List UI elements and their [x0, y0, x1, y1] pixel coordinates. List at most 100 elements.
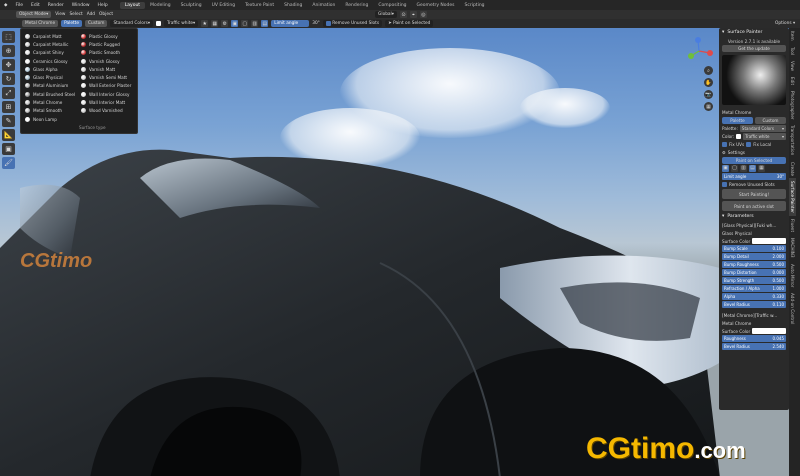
param-field[interactable]: Bump Strength 0.500 [722, 277, 786, 284]
add-cube-tool-icon[interactable]: ▣ [2, 143, 15, 155]
settings-section[interactable]: ⚙ Settings [719, 148, 789, 156]
tab-add-on-control[interactable]: Add-on Control [789, 290, 796, 327]
paint-selected-toggle[interactable]: ➤ Paint on Selected [385, 20, 434, 27]
param-field[interactable]: Alpha 0.330 [722, 293, 786, 300]
menu-item[interactable]: Metal Brushed Steel [25, 90, 75, 98]
camera-icon[interactable]: 📷 [704, 90, 713, 99]
palette-select[interactable]: Standard Colors ▾ [739, 124, 786, 132]
proportional-icon[interactable]: ◎ [419, 11, 427, 18]
limit-angle-field[interactable]: Limit angle 30° [722, 172, 786, 180]
fix-uvs-checkbox[interactable] [722, 141, 727, 147]
workspace-tab-animation[interactable]: Animation [307, 2, 340, 9]
color-select[interactable]: Traffic white ▾ [743, 132, 786, 140]
tab-view[interactable]: View [789, 58, 796, 74]
tab-tool[interactable]: Tool [789, 44, 796, 58]
workspace-tab-layout[interactable]: Layout [119, 1, 146, 9]
grid-icon[interactable]: ▦ [211, 20, 219, 27]
mode-b-icon[interactable]: ▢ [731, 164, 738, 172]
block2-color-swatch[interactable] [752, 328, 786, 334]
tab-edit[interactable]: Edit [789, 74, 796, 88]
remove-slots-checkbox[interactable] [722, 181, 727, 187]
menu-render[interactable]: Render [44, 3, 68, 8]
menu-item[interactable]: Glass Physical [25, 73, 75, 81]
tab-fluent[interactable]: Fluent [789, 216, 796, 235]
pan-icon[interactable]: ✋ [704, 78, 713, 87]
cursor-tool-icon[interactable]: ⊕ [2, 45, 15, 57]
menu-item[interactable]: Varnish Semi Matt [81, 73, 131, 81]
tab-auto-mirror[interactable]: Auto Mirror [789, 261, 796, 290]
rotate-tool-icon[interactable]: ↻ [2, 73, 15, 85]
workspace-tab-uv-editing[interactable]: UV Editing [207, 2, 240, 9]
palette-toggle[interactable]: Palette [61, 20, 82, 27]
mode-c-icon[interactable]: ▥ [740, 164, 747, 172]
navigation-gizmo[interactable] [684, 36, 714, 66]
workspace-tab-shading[interactable]: Shading [279, 2, 307, 9]
tab-create[interactable]: Create [789, 159, 796, 179]
menu-item[interactable]: Varnish Matt [81, 65, 131, 73]
menu-window[interactable]: Window [68, 3, 94, 8]
add-menu[interactable]: Add [87, 12, 95, 17]
paint-tool-icon[interactable]: 🖌 [2, 157, 15, 169]
custom-button[interactable]: Custom [755, 116, 786, 124]
colors-select[interactable]: Standard Colors ▾ [110, 20, 153, 27]
blender-logo-icon[interactable]: ◆ [0, 3, 11, 8]
mode-d-icon[interactable]: ▤ [749, 164, 756, 172]
parameters-header[interactable]: ▾ Parameters [719, 212, 789, 221]
menu-item[interactable]: Carpaint Shiny [25, 49, 75, 57]
menu-file[interactable]: File [11, 3, 27, 8]
paint-active-button[interactable]: Paint on active slot [722, 201, 786, 211]
mode-a-icon[interactable]: ▣ [722, 164, 729, 172]
menu-edit[interactable]: Edit [27, 3, 44, 8]
angle-value[interactable]: 30° [312, 21, 320, 26]
options-dropdown[interactable]: Options ▾ [775, 21, 795, 26]
start-painting-button[interactable]: Start Painting! [722, 189, 786, 199]
menu-item[interactable]: Carpaint Matt [25, 32, 75, 40]
param-field[interactable]: Roughness 0.045 [722, 335, 786, 342]
edge-icon[interactable]: ▥ [251, 20, 259, 27]
remove-slots-toggle[interactable]: Remove Unused Slots [322, 20, 383, 27]
select-menu[interactable]: Select [69, 12, 82, 17]
block2-title[interactable]: [Metal Chrome][Traffic w... [719, 311, 789, 319]
menu-item[interactable]: Wall Interior Matt [81, 98, 131, 106]
color-swatch[interactable] [736, 133, 742, 139]
menu-help[interactable]: Help [94, 3, 112, 8]
workspace-tab-texture-paint[interactable]: Texture Paint [240, 2, 279, 9]
object-icon[interactable]: ▤ [261, 20, 269, 27]
menu-item[interactable]: Wall Interior Glossy [81, 90, 131, 98]
transform-tool-icon[interactable]: ⊞ [2, 101, 15, 113]
menu-item[interactable]: Plastic Smooth [81, 49, 131, 57]
workspace-tab-sculpting[interactable]: Sculpting [176, 2, 207, 9]
fix-local-checkbox[interactable] [746, 141, 752, 147]
zoom-icon[interactable]: ⌕ [704, 66, 713, 75]
paint-selected-button[interactable]: Paint on Selected [722, 156, 786, 164]
paint-mode-icon[interactable]: ▣ [231, 20, 239, 27]
measure-tool-icon[interactable]: 📐 [2, 129, 15, 141]
menu-item[interactable]: Metal Aluminium [25, 82, 75, 90]
star-icon[interactable]: ★ [201, 20, 209, 27]
menu-item[interactable]: Wood Varnished [81, 107, 131, 115]
grid-view-icon[interactable]: ▦ [704, 102, 713, 111]
param-field[interactable]: Bump Scale 0.100 [722, 245, 786, 252]
param-field[interactable]: Bump Distortion 0.000 [722, 269, 786, 276]
workspace-tab-scripting[interactable]: Scripting [460, 2, 490, 9]
palette-button[interactable]: Palette [722, 116, 753, 124]
workspace-tab-compositing[interactable]: Compositing [373, 2, 411, 9]
tab-item[interactable]: Item [789, 28, 796, 44]
menu-item[interactable]: Neon Lamp [25, 115, 75, 123]
get-update-button[interactable]: Get the update [722, 45, 786, 52]
menu-item[interactable]: Wall Exterior Plaster [81, 82, 131, 90]
limit-angle-field[interactable]: Limit angle [271, 20, 310, 27]
mode-select[interactable]: Object Mode ▾ [16, 11, 52, 18]
tab-machin3[interactable]: MACHIN3 [789, 235, 796, 261]
custom-toggle[interactable]: Custom [84, 20, 108, 27]
menu-item[interactable]: Carpaint Metallic [25, 40, 75, 48]
tab-surface-painter[interactable]: Surface Painter [789, 178, 796, 217]
menu-item[interactable]: Ceramics Glossy [25, 57, 75, 65]
block1-title[interactable]: [Glass Physical][Fuki wh... [719, 221, 789, 229]
workspace-tab-geometry-nodes[interactable]: Geometry Nodes [412, 2, 460, 9]
workspace-tab-modeling[interactable]: Modeling [145, 2, 175, 9]
param-field[interactable]: Bump Detail 2.000 [722, 253, 786, 260]
panel-header[interactable]: ▾ Surface Painter [719, 28, 789, 37]
select-tool-icon[interactable]: ⬚ [2, 31, 15, 43]
param-field[interactable]: Bevel Radius 0.110 [722, 301, 786, 308]
